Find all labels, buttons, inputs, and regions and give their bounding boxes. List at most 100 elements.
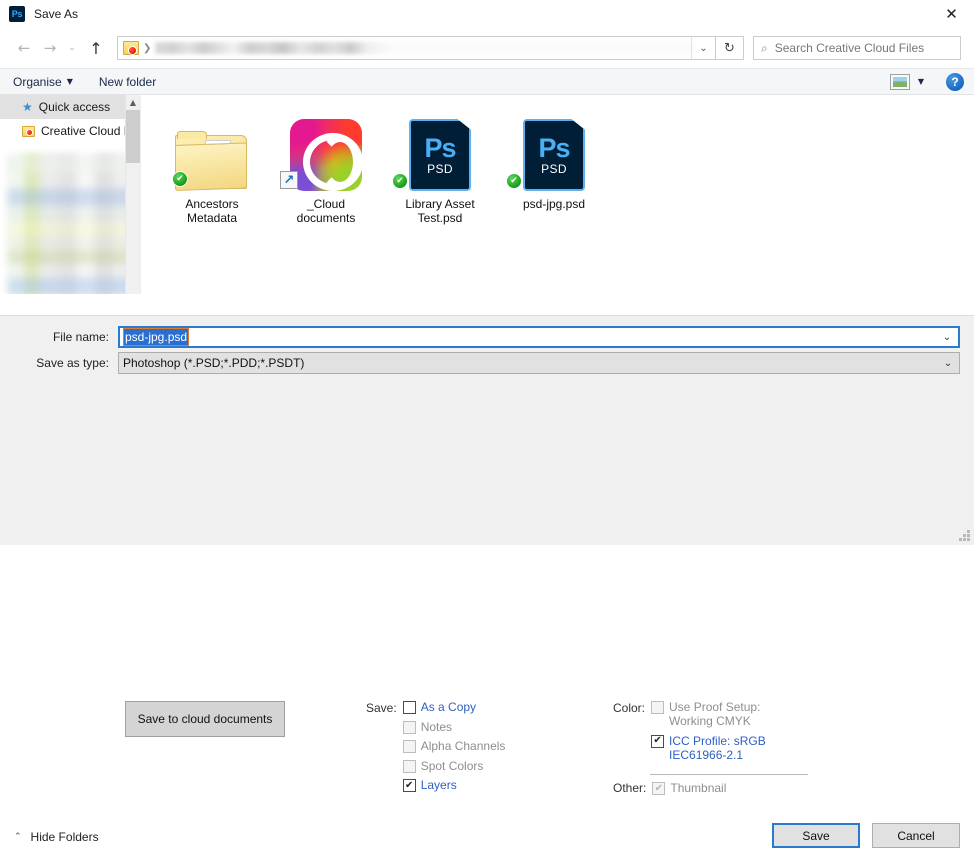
psd-icon-wrap: Ps PSD ✔ — [392, 107, 488, 191]
sync-check-icon: ✔ — [506, 173, 522, 189]
psd-icon-badge-text: Ps — [538, 132, 570, 163]
sidebar-scrollbar[interactable]: ▲ ▼ — [125, 95, 140, 294]
checkbox-row-use-proof-setup: Use Proof Setup: Working CMYK — [651, 700, 766, 728]
list-item-label-line2: Test.psd — [417, 211, 463, 225]
file-icon-grid: ✔ Ancestors Metadata ↗ _Cloud documents — [141, 95, 974, 225]
search-input[interactable]: Search Creative Cloud Files — [775, 41, 924, 55]
back-icon[interactable]: ← — [11, 35, 37, 61]
checkbox-use-proof-setup — [651, 701, 665, 714]
list-item[interactable]: Ps PSD ✔ Library Asset Test.psd — [383, 107, 497, 225]
checkbox-label-line2: Working CMYK — [669, 714, 751, 728]
checkbox-row-as-a-copy[interactable]: As a Copy — [402, 700, 506, 714]
save-as-type-select[interactable]: Photoshop (*.PSD;*.PDD;*.PSDT) ⌄ — [118, 352, 960, 374]
file-list-pane[interactable]: ✔ Ancestors Metadata ↗ _Cloud documents — [141, 95, 974, 294]
cloud-documents-icon-wrap: ↗ — [278, 107, 374, 191]
psd-icon-ext-text: PSD — [541, 161, 567, 176]
view-options-chevron-down-icon[interactable]: ▼ — [910, 77, 932, 86]
help-icon[interactable]: ? — [946, 72, 964, 91]
new-folder-label: New folder — [98, 74, 157, 89]
breadcrumb-separator-icon: ❯ — [143, 42, 152, 54]
list-item-label-line2: Metadata — [186, 211, 238, 225]
up-one-level-icon[interactable]: ↑ — [83, 35, 109, 61]
sidebar-item-label: Quick access — [38, 100, 111, 114]
refresh-icon[interactable]: ↻ — [716, 36, 744, 60]
checkbox-spot-colors — [402, 759, 416, 773]
checkbox-row-icc-profile[interactable]: ✔ ICC Profile: sRGB IEC61966-2.1 — [651, 734, 766, 762]
breadcrumb-path-redacted[interactable] — [155, 42, 695, 54]
list-item[interactable]: Ps PSD ✔ psd-jpg.psd — [497, 107, 611, 225]
checkbox-label-line1: ICC Profile: sRGB — [669, 733, 766, 748]
recent-locations-icon[interactable]: ⌄ — [63, 35, 81, 61]
star-icon: ★ — [22, 100, 33, 114]
sidebar-item-quick-access[interactable]: ★ Quick access — [0, 95, 140, 119]
list-item[interactable]: ↗ _Cloud documents — [269, 107, 383, 225]
scrollbar-thumb[interactable] — [126, 110, 140, 163]
save-options-heading: Save: — [366, 701, 397, 715]
folder-icon-wrap: ✔ — [164, 107, 260, 191]
checkbox-label: Notes — [420, 719, 453, 734]
list-item-label-line1: Ancestors — [185, 197, 239, 211]
hide-folders-button[interactable]: ⌃ Hide Folders — [14, 830, 99, 844]
checkbox-notes — [402, 720, 416, 734]
list-item-label: _Cloud documents — [274, 197, 378, 225]
sidebar-item-creative-cloud-files[interactable]: Creative Cloud Fil — [0, 119, 140, 143]
search-box[interactable]: ⌕ Search Creative Cloud Files — [753, 36, 961, 60]
file-name-input[interactable]: psd-jpg.psd ⌄ — [118, 326, 960, 348]
checkbox-row-alpha-channels: Alpha Channels — [402, 739, 505, 753]
checkbox-row-layers[interactable]: ✔ Layers — [402, 778, 506, 792]
sync-check-icon: ✔ — [172, 171, 188, 187]
organise-button[interactable]: Organise ▼ — [13, 75, 73, 89]
address-bar[interactable]: ❯ ⌄ — [117, 36, 716, 60]
command-toolbar: Organise ▼ New folder ▼ ? — [0, 68, 974, 95]
navigation-pane: ★ Quick access Creative Cloud Fil ▲ ▼ — [0, 95, 141, 294]
address-dropdown-icon[interactable]: ⌄ — [691, 37, 715, 59]
color-options-group: Color: Use Proof Setup: Working CMYK ✔ I… — [613, 700, 808, 801]
list-item-label-line1: psd-jpg.psd — [522, 197, 586, 211]
chevron-down-icon[interactable]: ⌄ — [937, 353, 959, 373]
checkbox-row-thumbnail: ✔ Thumbnail — [652, 781, 726, 795]
psd-icon-wrap: Ps PSD ✔ — [506, 107, 602, 191]
sidebar-item-label: Creative Cloud Fil — [41, 124, 137, 138]
checkbox-label: Layers — [420, 778, 457, 792]
sidebar-items-redacted-overlay — [8, 155, 140, 294]
checkbox-row-notes: Notes — [402, 719, 506, 734]
checkbox-as-a-copy[interactable] — [402, 701, 416, 714]
chevron-up-icon: ⌃ — [14, 832, 22, 842]
list-item-label: psd-jpg.psd — [502, 197, 606, 211]
creative-cloud-folder-icon — [22, 125, 35, 137]
cancel-button[interactable]: Cancel — [872, 823, 960, 848]
navigation-bar: ← → ⌄ ↑ ❯ ⌄ ↻ ⌕ Search Creative Cloud Fi… — [0, 28, 974, 68]
new-folder-button[interactable]: New folder — [99, 75, 156, 89]
list-item-label-line1: Library Asset — [405, 197, 475, 211]
close-icon[interactable]: ✕ — [929, 0, 974, 28]
forward-icon[interactable]: → — [37, 35, 63, 61]
save-as-type-value: Photoshop (*.PSD;*.PDD;*.PSDT) — [123, 356, 305, 370]
save-to-cloud-documents-button[interactable]: Save to cloud documents — [125, 701, 285, 737]
list-item-label-line2: documents — [296, 211, 356, 225]
psd-icon-badge-text: Ps — [424, 132, 456, 163]
checkbox-label: Spot Colors — [420, 758, 484, 773]
change-view-icon[interactable] — [890, 73, 910, 90]
chevron-down-icon[interactable]: ⌄ — [936, 328, 958, 346]
creative-cloud-app-icon — [290, 119, 362, 191]
list-item[interactable]: ✔ Ancestors Metadata — [155, 107, 269, 225]
sync-check-icon: ✔ — [392, 173, 408, 189]
list-item-label: Ancestors Metadata — [160, 197, 264, 225]
file-name-label: File name: — [52, 330, 109, 344]
save-button[interactable]: Save — [772, 823, 860, 848]
checkbox-layers[interactable]: ✔ — [402, 779, 416, 792]
section-divider — [650, 774, 808, 775]
checkbox-thumbnail: ✔ — [652, 782, 666, 795]
checkbox-label: Thumbnail — [670, 781, 727, 795]
shortcut-arrow-icon: ↗ — [280, 171, 298, 189]
list-item-label: Library Asset Test.psd — [388, 197, 492, 225]
checkbox-icc-profile[interactable]: ✔ — [651, 734, 665, 748]
save-as-type-label: Save as type: — [36, 356, 109, 370]
checkbox-label-line2: IEC61966-2.1 — [669, 747, 744, 762]
resize-grip[interactable] — [959, 530, 970, 541]
checkbox-label: As a Copy — [420, 700, 477, 714]
psd-file-icon: Ps PSD — [523, 119, 585, 191]
color-options-heading: Color: — [613, 701, 646, 715]
file-name-value[interactable]: psd-jpg.psd — [122, 328, 190, 346]
scroll-up-icon[interactable]: ▲ — [126, 95, 140, 110]
